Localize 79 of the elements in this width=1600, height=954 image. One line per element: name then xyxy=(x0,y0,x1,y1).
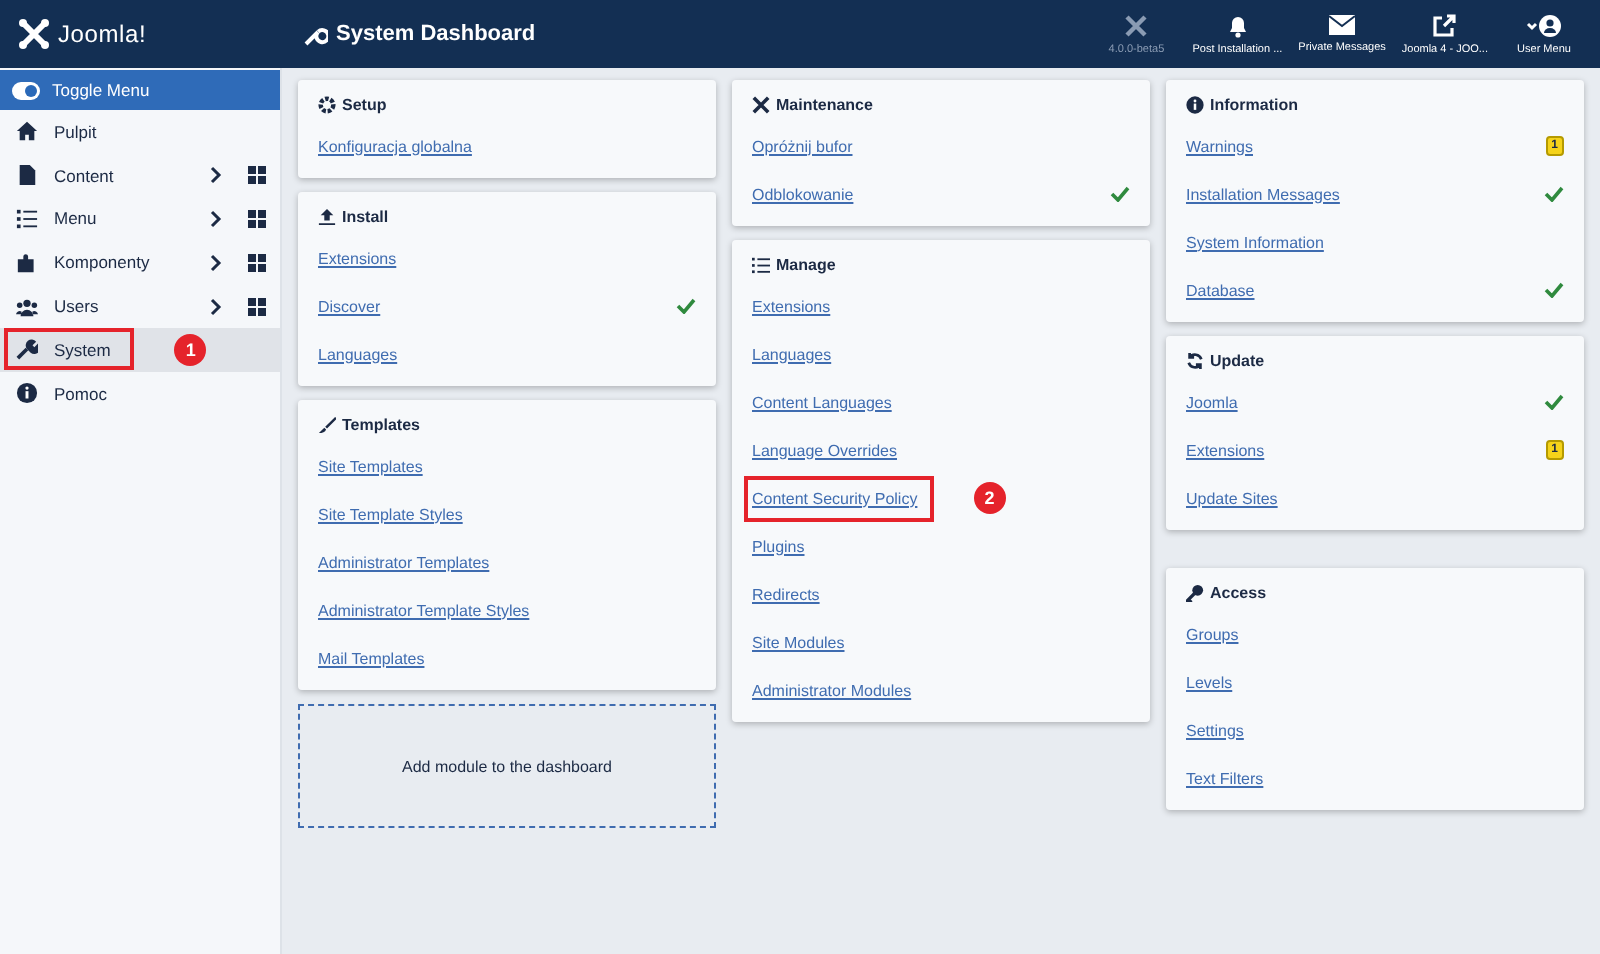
refresh-icon xyxy=(1186,351,1204,369)
dashboard-link[interactable]: Plugins xyxy=(748,523,821,569)
chevron-right-icon xyxy=(210,166,222,185)
bell-icon xyxy=(1225,13,1250,37)
card-title: Access xyxy=(1210,583,1267,601)
sidebar-item[interactable]: Menu xyxy=(0,197,280,241)
dashboard-icon xyxy=(248,297,266,316)
dashboard-link[interactable]: Konfiguracja globalna xyxy=(314,123,488,169)
dashboard-link[interactable]: Database xyxy=(1182,267,1271,313)
logo-icon xyxy=(18,18,50,50)
dashboard-link[interactable]: Language Overrides xyxy=(748,427,913,473)
dashboard-link[interactable]: Site Templates xyxy=(314,443,439,489)
callout-badge: 1 xyxy=(174,333,207,366)
toggle-icon xyxy=(12,81,40,99)
card-title: Install xyxy=(342,207,389,225)
dashboard-icon xyxy=(248,253,266,272)
sidebar-item[interactable]: Users xyxy=(0,284,280,328)
dashboard-link[interactable]: Warnings xyxy=(1182,123,1269,169)
page-title: System Dashboard xyxy=(336,22,536,46)
dashboard-link[interactable]: Languages xyxy=(314,331,414,377)
dashboard-link[interactable]: Extensions xyxy=(314,235,413,281)
card-title: Templates xyxy=(342,415,420,433)
callout-badge: 2 xyxy=(973,482,1006,514)
dashboard-link[interactable]: Redirects xyxy=(748,571,836,617)
logo-text: Joomla! xyxy=(58,20,147,48)
dashboard-link[interactable]: Administrator Template Styles xyxy=(314,587,546,633)
dashboard-link[interactable]: Site Modules xyxy=(748,619,861,665)
dashboard-icon xyxy=(248,209,266,228)
tools-icon xyxy=(752,95,770,113)
dashboard-link[interactable]: Odblokowanie xyxy=(748,171,870,217)
toggle-menu-button[interactable]: Toggle Menu xyxy=(0,70,280,110)
dashboard-link[interactable]: Mail Templates xyxy=(314,635,441,681)
dashboard-link[interactable]: Groups xyxy=(1182,611,1255,657)
dashboard-link[interactable]: Discover xyxy=(314,283,397,329)
users-icon xyxy=(16,295,38,318)
dashboard-link[interactable]: Opróżnij bufor xyxy=(748,123,869,169)
sidebar-item[interactable]: Pomoc xyxy=(0,371,280,416)
file-icon xyxy=(16,164,38,187)
card-title: Setup xyxy=(342,95,387,113)
dashboard-link[interactable]: Installation Messages xyxy=(1182,171,1356,217)
external-link-icon xyxy=(1432,13,1457,37)
dashboard-link[interactable]: Languages xyxy=(748,331,848,377)
dashboard-link[interactable]: Text Filters xyxy=(1182,755,1280,801)
dashboard-link[interactable]: Administrator Templates xyxy=(314,539,506,585)
chevron-right-icon xyxy=(210,297,222,316)
sidebar-item[interactable]: System 1 xyxy=(0,327,280,372)
dashboard-link[interactable]: Update Sites xyxy=(1182,475,1294,521)
dashboard-link[interactable]: System Information xyxy=(1182,219,1340,265)
dashboard-icon xyxy=(248,166,266,185)
info-icon xyxy=(1186,95,1204,113)
card-title: Update xyxy=(1210,351,1265,369)
list-icon xyxy=(16,207,38,230)
dashboard-link[interactable]: Settings xyxy=(1182,707,1260,753)
sidebar-item[interactable]: Content xyxy=(0,153,280,198)
sidebar-item[interactable]: Komponenty xyxy=(0,240,280,285)
key-icon xyxy=(1186,583,1204,601)
chevron-right-icon xyxy=(210,209,222,228)
card-title: Information xyxy=(1210,95,1298,113)
user-icon xyxy=(1526,13,1562,37)
list-icon xyxy=(752,255,770,273)
dashboard-link[interactable]: Site Template Styles xyxy=(314,491,479,537)
chevron-right-icon xyxy=(210,253,222,272)
dashboard-link[interactable]: Content Security Policy xyxy=(744,475,934,521)
upload-icon xyxy=(318,207,336,225)
sidebar-item[interactable]: Pulpit xyxy=(0,110,280,154)
card-title: Manage xyxy=(776,255,836,273)
logo-icon xyxy=(1124,13,1149,37)
home-icon xyxy=(16,120,38,143)
dashboard-link[interactable]: Extensions xyxy=(1182,427,1281,473)
brush-icon xyxy=(318,415,336,433)
add-module-button[interactable]: Add module to the dashboard xyxy=(298,704,716,828)
dashboard-link[interactable]: Levels xyxy=(1182,659,1249,705)
dashboard-link[interactable]: Administrator Modules xyxy=(748,667,928,713)
dashboard-link[interactable]: Extensions xyxy=(748,283,847,329)
info-icon xyxy=(16,382,38,405)
mail-icon xyxy=(1328,14,1357,36)
dashboard-link[interactable]: Content Languages xyxy=(748,379,908,425)
dashboard-link[interactable]: Joomla xyxy=(1182,379,1254,425)
card-title: Maintenance xyxy=(776,95,873,113)
